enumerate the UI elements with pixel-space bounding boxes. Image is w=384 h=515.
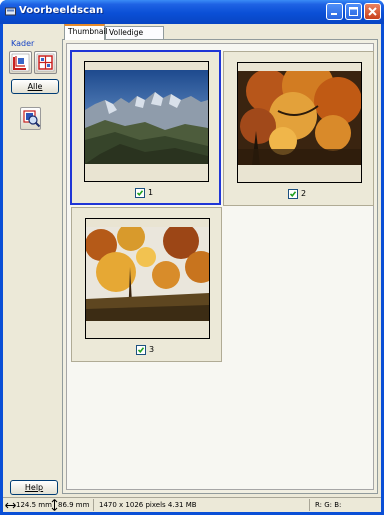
maximize-button[interactable] [345,3,362,20]
checkmark-icon [137,347,145,353]
thumbnail-number: 3 [149,345,155,354]
zoom-preview-icon [23,110,41,128]
maximize-icon [349,7,358,16]
minimize-icon [331,13,337,15]
select-all-button[interactable]: Alle [11,79,59,94]
checkmark-icon [289,191,297,197]
thumbnail-card-1[interactable]: 1 [70,50,221,205]
zoom-preview-button[interactable] [20,107,41,130]
title-bar[interactable]: Voorbeeldscan [0,0,384,24]
thumbnail-checkbox-1[interactable] [135,188,145,198]
status-divider [93,499,94,511]
tab-full-size[interactable]: Volledige grootte [105,26,164,49]
tool-panel: Kader Alle Help [3,24,59,496]
thumbnail-frame [85,218,210,339]
thumbnail-checkbox-2[interactable] [288,189,298,199]
thumbnail-frame [237,62,362,183]
thumbnail-number: 2 [301,189,307,198]
thumbnail-number: 1 [148,188,154,197]
thumbnail-frame [84,61,209,182]
status-divider [309,499,310,511]
thumbnail-image-autumn-tree [238,71,361,165]
crop-layout-icon [36,53,55,72]
thumbnail-card-2[interactable]: 2 [223,51,374,206]
thumbnail-image-autumn-forest [86,227,209,321]
window-client-area: Kader Alle Help Thumbnail Volledige 1 2 … [3,24,381,512]
tab-panel: 1 2 3 [62,39,378,494]
image-size-info: 1470 x 1026 pixels 4.31 MB [99,501,197,509]
width-arrow-icon [5,502,16,509]
checkmark-icon [136,190,144,196]
minimize-button[interactable] [326,3,343,20]
tab-thumbnail[interactable]: Thumbnail [64,24,108,40]
scan-height: 86.9 mm [58,501,90,509]
kader-label: Kader [11,39,35,48]
thumbnail-grid[interactable]: 1 2 3 [66,43,374,490]
crop-auto-icon [11,53,30,72]
thumbnail-image-mountains [85,70,208,164]
frame-layout-button[interactable] [34,51,57,74]
close-icon [368,7,377,16]
window-title: Voorbeeldscan [19,5,104,16]
close-button[interactable] [364,3,381,20]
scan-width: 124.5 mm [16,501,52,509]
auto-locate-frame-button[interactable] [9,51,32,74]
thumbnail-card-3[interactable]: 3 [71,207,222,362]
rgb-readout: R: G: B: [315,501,342,509]
help-button[interactable]: Help [10,480,58,495]
scanner-app-icon [5,7,16,16]
thumbnail-checkbox-3[interactable] [136,345,146,355]
status-bar: 124.5 mm 86.9 mm 1470 x 1026 pixels 4.31… [3,497,381,512]
preview-window: Voorbeeldscan Kader Alle Help Thumbnail … [0,0,384,515]
